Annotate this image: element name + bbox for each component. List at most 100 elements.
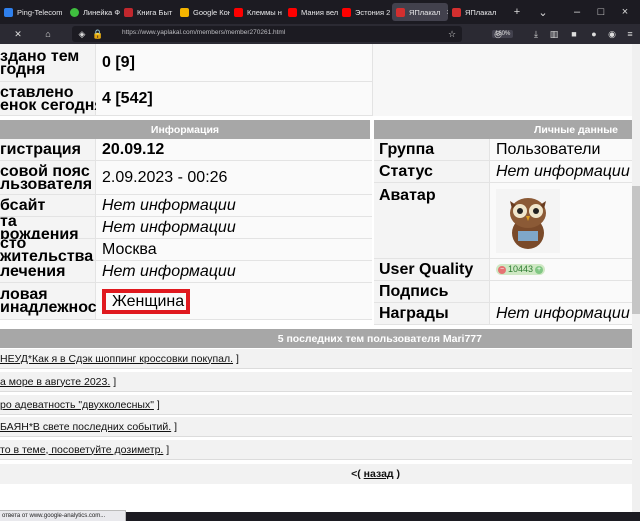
maximize-icon[interactable]: □: [588, 0, 614, 24]
tab-yaplakal-active[interactable]: ЯПлакал ×: [392, 3, 448, 21]
topic-link[interactable]: ро адеватность "двухколесных": [0, 399, 154, 411]
tab-favicon: [70, 7, 79, 17]
tab-kniga[interactable]: Книга Быт: [120, 0, 176, 24]
tab-label: ЯПлакал: [409, 7, 441, 17]
personal-label: Аватар: [374, 183, 490, 258]
minimize-icon[interactable]: –: [564, 0, 590, 24]
info-value: Нет информации: [96, 261, 372, 282]
tab-label: Книга Быт: [137, 7, 173, 17]
info-value: 2.09.2023 - 00:26: [96, 161, 372, 194]
topic-bracket: ]: [113, 375, 117, 388]
personal-value: Пользователи: [490, 139, 632, 160]
stats-label: ставлено енок сегодня: [0, 82, 104, 115]
topic-bracket: ]: [166, 443, 170, 456]
stats-row: ставлено енок сегодня 4 [542]: [0, 82, 372, 116]
star-icon[interactable]: ☆: [446, 28, 458, 40]
tab-favicon: [180, 7, 189, 17]
tab-label: Ping-Telecom: [17, 7, 63, 17]
tab-klemmy[interactable]: Клеммы н: [230, 0, 284, 24]
info-value: Нет информации: [96, 195, 372, 216]
personal-value: [490, 183, 632, 258]
account-icon[interactable]: ◉: [606, 28, 618, 40]
status-bar: ответа от www.google-analytics.com...: [0, 510, 126, 521]
new-tab-button[interactable]: +: [504, 0, 530, 24]
quality-badge: − 10443 +: [496, 264, 546, 275]
personal-row-quality: User Quality − 10443 +: [374, 259, 632, 281]
personal-row-group: Группа Пользователи: [374, 139, 632, 161]
tab-mania[interactable]: Мания вел: [284, 0, 338, 24]
library-icon[interactable]: ▥: [548, 28, 560, 40]
tab-google[interactable]: Google Кон: [176, 0, 230, 24]
personal-value: Нет информации: [490, 161, 632, 182]
topic-bracket: ]: [235, 352, 239, 365]
scrollbar-thumb[interactable]: [632, 186, 640, 314]
personal-value: [490, 281, 632, 302]
stats-row: здано тем годня 0 [9]: [0, 44, 372, 82]
topic-link[interactable]: НЕУД*Как я в Сдэк шоппинг кроссовки поку…: [0, 353, 233, 365]
info-label: лечения: [0, 261, 96, 282]
personal-value: − 10443 +: [490, 259, 632, 280]
tab-label: Клеммы н: [247, 7, 282, 17]
home-icon[interactable]: ⌂: [42, 28, 54, 40]
address-bar[interactable]: ◈ 🔒 https://www.yaplakal.com/members/mem…: [72, 26, 514, 42]
bottom-bar: [126, 512, 640, 521]
personal-label: Подпись: [374, 281, 490, 302]
tab-estonia[interactable]: Эстония 2: [338, 0, 392, 24]
tab-lineika[interactable]: Линейка Ф: [66, 0, 120, 24]
topic-bracket: ]: [174, 420, 178, 433]
personal-label: Группа: [374, 139, 490, 160]
page-content: здано тем годня 0 [9] ставлено енок сего…: [0, 44, 640, 512]
tab-bar: Ping-Telecom Линейка Ф Книга Быт Google …: [0, 0, 640, 24]
topic-link[interactable]: а море в августе 2023.: [0, 376, 110, 388]
stats-value: 0 [9]: [96, 44, 372, 81]
gender-highlight-box: Женщина: [102, 288, 190, 314]
navigation-bar: ✕ ⌂ ◈ 🔒 https://www.yaplakal.com/members…: [0, 24, 640, 44]
youtube-icon: [288, 7, 297, 17]
youtube-icon: [234, 7, 243, 17]
back-prefix: <(: [351, 468, 361, 480]
download-icon[interactable]: ⤓: [530, 28, 542, 40]
tab-label: Эстония 2: [355, 7, 391, 17]
tab-list-chevron-icon[interactable]: ⌄: [530, 0, 556, 24]
tab-label: Линейка Ф: [83, 7, 120, 17]
topic-link[interactable]: БАЯН*В свете последних событий.: [0, 421, 171, 433]
topic-item: НЕУД*Как я в Сдэк шоппинг кроссовки поку…: [0, 349, 632, 369]
topic-item: то в теме, посоветуйте дозиметр. ]: [0, 440, 632, 460]
tab-yaplakal[interactable]: ЯПлакал: [448, 0, 502, 24]
info-row-gender: ловая инадлежность Женщина: [0, 283, 372, 320]
info-header: Информация: [0, 120, 370, 139]
tab-ping-telecom[interactable]: Ping-Telecom: [0, 0, 66, 24]
info-row-location: сто жительства Москва: [0, 235, 372, 264]
avatar[interactable]: [496, 188, 560, 253]
stats-label: здано тем годня: [0, 44, 96, 81]
info-value-cell: Женщина: [96, 283, 372, 319]
tab-favicon: [124, 7, 133, 17]
extension-icon[interactable]: ■: [568, 28, 580, 40]
shield-icon: ◈: [78, 28, 86, 39]
back-suffix: ): [396, 468, 401, 480]
info-row-registration: гистрация 20.09.12: [0, 139, 372, 161]
stop-icon[interactable]: ✕: [12, 28, 24, 40]
personal-label: Статус: [374, 161, 490, 182]
topic-item: БАЯН*В свете последних событий. ]: [0, 417, 632, 437]
youtube-icon: [342, 7, 351, 17]
info-value: Нет информации: [96, 217, 372, 238]
plus-icon[interactable]: +: [535, 265, 544, 274]
personal-value: Нет информации: [490, 303, 632, 324]
minus-icon[interactable]: −: [498, 265, 506, 274]
topics-header: 5 последних тем пользователя Mari777: [0, 329, 632, 348]
topic-bracket: ]: [156, 398, 160, 411]
tab-favicon: [4, 7, 13, 17]
info-label: совой пояс льзователя: [0, 161, 96, 194]
pocket-icon[interactable]: ◎: [492, 28, 504, 40]
back-link[interactable]: назад: [364, 468, 394, 480]
topic-item: ро адеватность "двухколесных" ]: [0, 395, 632, 415]
close-window-icon[interactable]: ×: [612, 0, 638, 24]
extension-icon[interactable]: ●: [588, 28, 600, 40]
browser-window: { "browser": { "tabs": [ {"label": "Ping…: [0, 0, 640, 521]
topic-link[interactable]: то в теме, посоветуйте дозиметр.: [0, 444, 163, 456]
personal-label: Награды: [374, 303, 490, 324]
info-label: гистрация: [0, 139, 96, 160]
menu-icon[interactable]: ≡: [624, 28, 636, 40]
personal-row-awards: Награды Нет информации: [374, 303, 632, 325]
